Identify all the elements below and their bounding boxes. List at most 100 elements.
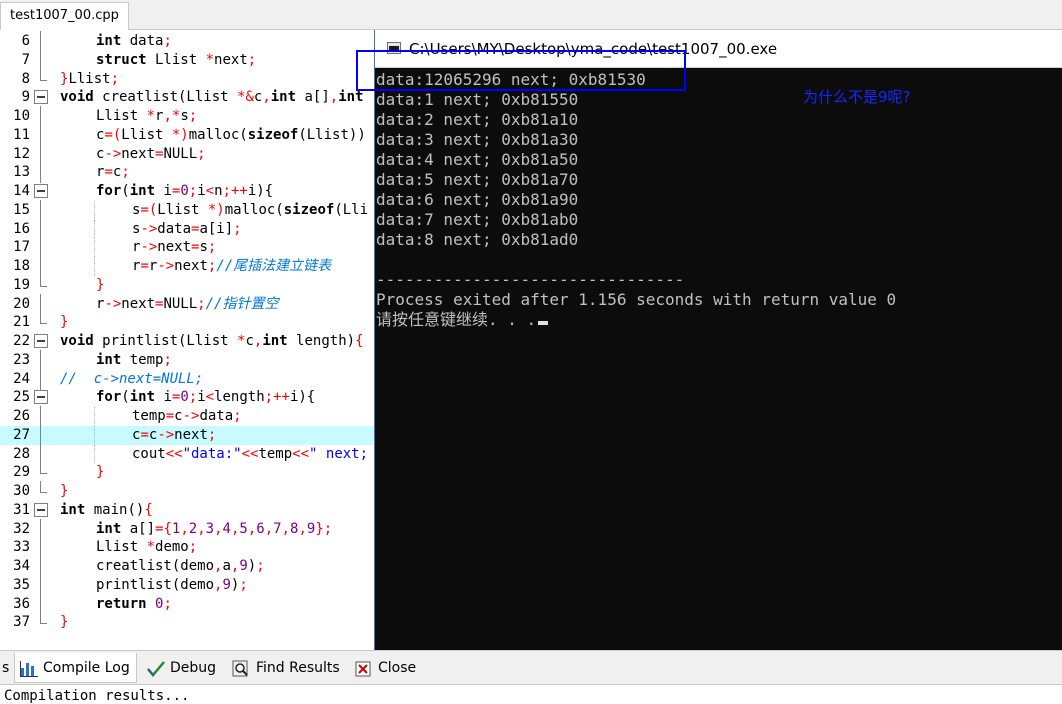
code-token: } [96, 276, 105, 293]
code-token: << [165, 445, 183, 462]
code-token: int [129, 389, 156, 406]
tab-debug[interactable]: Debug [142, 653, 222, 683]
file-tab[interactable]: test1007_00.cpp [0, 2, 129, 30]
code-token: i [197, 389, 206, 406]
code-token: i [155, 183, 172, 199]
code-text: s->data=a[i]; [132, 220, 242, 239]
code-text: r=r->next;//尾插法建立链表 [132, 257, 331, 276]
code-token: =( [140, 201, 158, 218]
code-token: a[] [296, 89, 330, 106]
indent-guide [94, 444, 95, 464]
code-token: a[i] [199, 220, 234, 237]
code-token: 2 [188, 520, 198, 537]
fold-toggle-icon[interactable] [34, 390, 48, 405]
code-token: temp [132, 408, 166, 424]
code-token: a [222, 558, 231, 574]
fold-guide [34, 237, 48, 259]
fold-guide [34, 106, 48, 127]
tab-compile-log[interactable]: Compile Log [14, 653, 137, 683]
code-token: // c->next=NULL; [60, 370, 204, 387]
code-token: < [205, 183, 215, 199]
code-token: -> [104, 295, 122, 312]
code-token: , [247, 520, 257, 537]
code-text: struct Llist *next; [96, 51, 256, 70]
close-icon [354, 659, 374, 677]
code-token: Llist [96, 539, 147, 556]
code-token: -> [104, 145, 122, 162]
code-token: ;++ [222, 183, 248, 199]
console-line-text: 请按任意键继续. . . [376, 310, 537, 329]
code-token: -> [140, 239, 158, 256]
tab-debug-label: Debug [170, 660, 217, 676]
code-token: int [270, 89, 297, 106]
code-token: malloc( [188, 126, 248, 143]
fold-toggle-icon[interactable] [34, 502, 48, 517]
line-number: 21 [13, 314, 30, 331]
console-output: data:12065296 next; 0xb81530 data:1 next;… [376, 70, 1062, 330]
line-number: 36 [13, 595, 30, 612]
code-token: , [264, 520, 274, 537]
code-token: Llist [157, 201, 208, 218]
code-text: Llist *r,*s; [96, 107, 197, 126]
fold-guide [34, 481, 48, 498]
tab-compile-log-label: Compile Log [43, 660, 130, 676]
fold-guide [34, 556, 48, 577]
code-token: , [262, 89, 271, 106]
code-token: (Lli [334, 201, 369, 218]
line-number: 32 [13, 520, 30, 537]
console-titlebar[interactable]: C:\Users\MY\Desktop\yma_code\test1007_00… [375, 30, 1062, 68]
code-token: 3 [205, 520, 215, 537]
code-token: ; [110, 70, 120, 87]
code-token: void [60, 333, 94, 349]
code-token: ; [207, 426, 217, 443]
fold-toggle-icon[interactable] [34, 184, 48, 198]
code-token: ; [247, 51, 257, 68]
code-token: int [96, 520, 122, 537]
code-token: n [214, 183, 223, 199]
fold-guide [34, 462, 48, 479]
fold-guide [34, 518, 48, 540]
code-text: // c->next=NULL; [60, 370, 203, 389]
indent-guide [94, 425, 95, 445]
code-token: ; [163, 351, 172, 368]
tab-partial[interactable]: s [0, 653, 15, 683]
code-token: creatlist(demo [96, 558, 215, 574]
line-number: 17 [13, 239, 30, 256]
line-number: 7 [21, 51, 30, 68]
line-number: 28 [13, 445, 30, 462]
annotation-note: 为什么不是9呢? [803, 88, 911, 106]
code-token: Llist [96, 108, 147, 124]
code-token: ( [121, 183, 130, 199]
code-token: ; [256, 558, 265, 574]
tab-close[interactable]: Close [350, 653, 422, 683]
fold-toggle-icon[interactable] [34, 334, 48, 348]
code-token: ;++ [264, 389, 290, 406]
fold-toggle-icon[interactable] [34, 90, 48, 105]
line-number: 29 [13, 464, 30, 481]
code-token: ={ [155, 520, 172, 537]
console-cursor [538, 321, 549, 325]
code-text: s=(Llist *)malloc(sizeof(Lli [132, 201, 368, 220]
tab-find-results-label: Find Results [256, 660, 340, 676]
line-number: 18 [13, 258, 30, 274]
console-window[interactable]: C:\Users\MY\Desktop\yma_code\test1007_00… [374, 30, 1062, 668]
code-token: 9 [239, 558, 248, 574]
code-token: a[] [121, 520, 156, 537]
fold-guide [34, 162, 48, 184]
code-token: , [281, 520, 290, 537]
fold-guide [34, 443, 48, 465]
tab-find-results[interactable]: Find Results [228, 653, 346, 683]
code-text: int main(){ [60, 501, 153, 520]
code-token: *) [207, 201, 225, 218]
code-token: , [197, 520, 206, 537]
line-number: 31 [13, 501, 30, 518]
code-token: ; [197, 145, 206, 162]
code-token: ; [188, 183, 198, 199]
code-token: struct [96, 51, 147, 68]
tab-close-label: Close [378, 660, 417, 676]
code-token: < [205, 389, 215, 406]
code-token: sizeof [247, 126, 299, 143]
line-number: 8 [21, 70, 30, 87]
code-text: r=c; [96, 163, 130, 182]
code-token: 6 [256, 520, 265, 537]
